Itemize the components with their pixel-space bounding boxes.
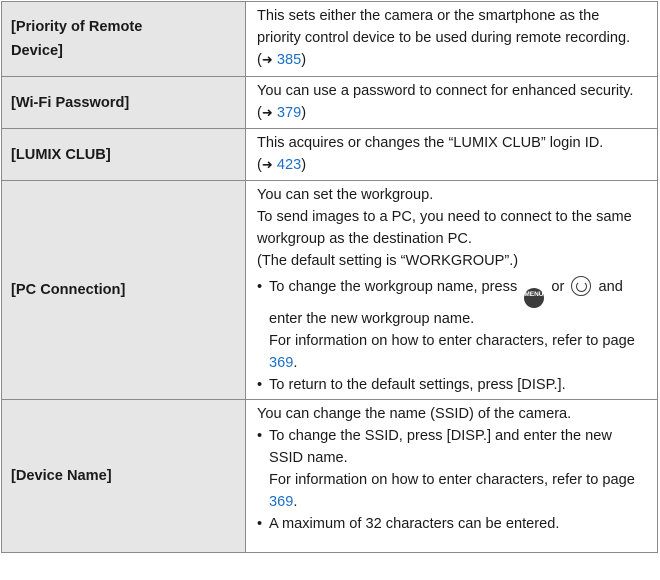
setting-description: You can change the name (SSID) of the ca… (245, 399, 658, 553)
list-item: To change the SSID, press [DISP.] and en… (257, 425, 647, 513)
table-row: [LUMIX CLUB] This acquires or changes th… (1, 128, 658, 181)
page-link[interactable]: 385 (277, 52, 301, 68)
table-row: [Wi-Fi Password] You can use a password … (1, 76, 658, 129)
description-text: ) (301, 157, 307, 173)
description-text: ) (301, 105, 307, 121)
arrow-icon: ➜ (261, 106, 273, 121)
setting-description: This sets either the camera or the smart… (245, 1, 658, 77)
list-item: To return to the default settings, press… (257, 374, 647, 396)
list-item: A maximum of 32 characters can be entere… (257, 513, 647, 535)
setting-name-line: [Priority of Remote (11, 19, 143, 35)
arrow-icon: ➜ (261, 158, 273, 173)
bullet-note: For information on how to enter characte… (269, 469, 647, 513)
setting-name-pc-connection: [PC Connection] (1, 180, 246, 400)
description-line: You can change the name (SSID) of the ca… (257, 406, 572, 422)
description-text: This acquires or changes the “LUMIX CLUB… (257, 135, 604, 173)
bullet-list: To change the SSID, press [DISP.] and en… (257, 425, 647, 535)
page-link[interactable]: 379 (277, 105, 301, 121)
page-link[interactable]: 369 (269, 355, 293, 371)
arrow-icon: ➜ (261, 53, 273, 68)
description-line: You can set the workgroup. (257, 187, 434, 203)
bullet-text: or (551, 279, 565, 295)
description-text: You can use a password to connect for en… (257, 83, 634, 121)
bullet-note: For information on how to enter characte… (269, 330, 647, 374)
bullet-list: To change the workgroup name, press MENU… (257, 276, 647, 396)
note-text: For information on how to enter characte… (269, 333, 635, 349)
description-line: To send images to a PC, you need to conn… (257, 209, 632, 247)
note-text: For information on how to enter characte… (269, 472, 635, 488)
note-end: . (293, 355, 298, 371)
list-item: To change the workgroup name, press MENU… (257, 276, 647, 374)
bullet-text: To change the SSID, press [DISP.] and en… (269, 428, 612, 466)
description-text: This sets either the camera or the smart… (257, 8, 631, 68)
control-dial-icon (571, 276, 592, 296)
bullet-text: To change the workgroup name, press (269, 279, 518, 295)
table-row: [Priority of Remote Device] This sets ei… (1, 1, 658, 77)
table-row: [Device Name] You can change the name (S… (1, 399, 658, 553)
page-link[interactable]: 369 (269, 494, 293, 510)
page-link[interactable]: 423 (277, 157, 301, 173)
menu-set-button-icon: MENU/SET (524, 288, 558, 308)
setting-name-device-name: [Device Name] (1, 399, 246, 553)
setting-name-wifi-password: [Wi-Fi Password] (1, 76, 246, 129)
setting-name-lumix-club: [LUMIX CLUB] (1, 128, 246, 181)
note-end: . (293, 494, 298, 510)
description-line: (The default setting is “WORKGROUP”.) (257, 253, 519, 269)
setting-name-priority-remote-device: [Priority of Remote Device] (1, 1, 246, 77)
table-row: [PC Connection] You can set the workgrou… (1, 180, 658, 400)
setting-description: You can set the workgroup. To send image… (245, 180, 658, 400)
description-text: ) (301, 52, 307, 68)
setting-name-line: Device] (11, 43, 63, 59)
settings-table: [Priority of Remote Device] This sets ei… (1, 1, 658, 553)
setting-description: This acquires or changes the “LUMIX CLUB… (245, 128, 658, 181)
setting-description: You can use a password to connect for en… (245, 76, 658, 129)
